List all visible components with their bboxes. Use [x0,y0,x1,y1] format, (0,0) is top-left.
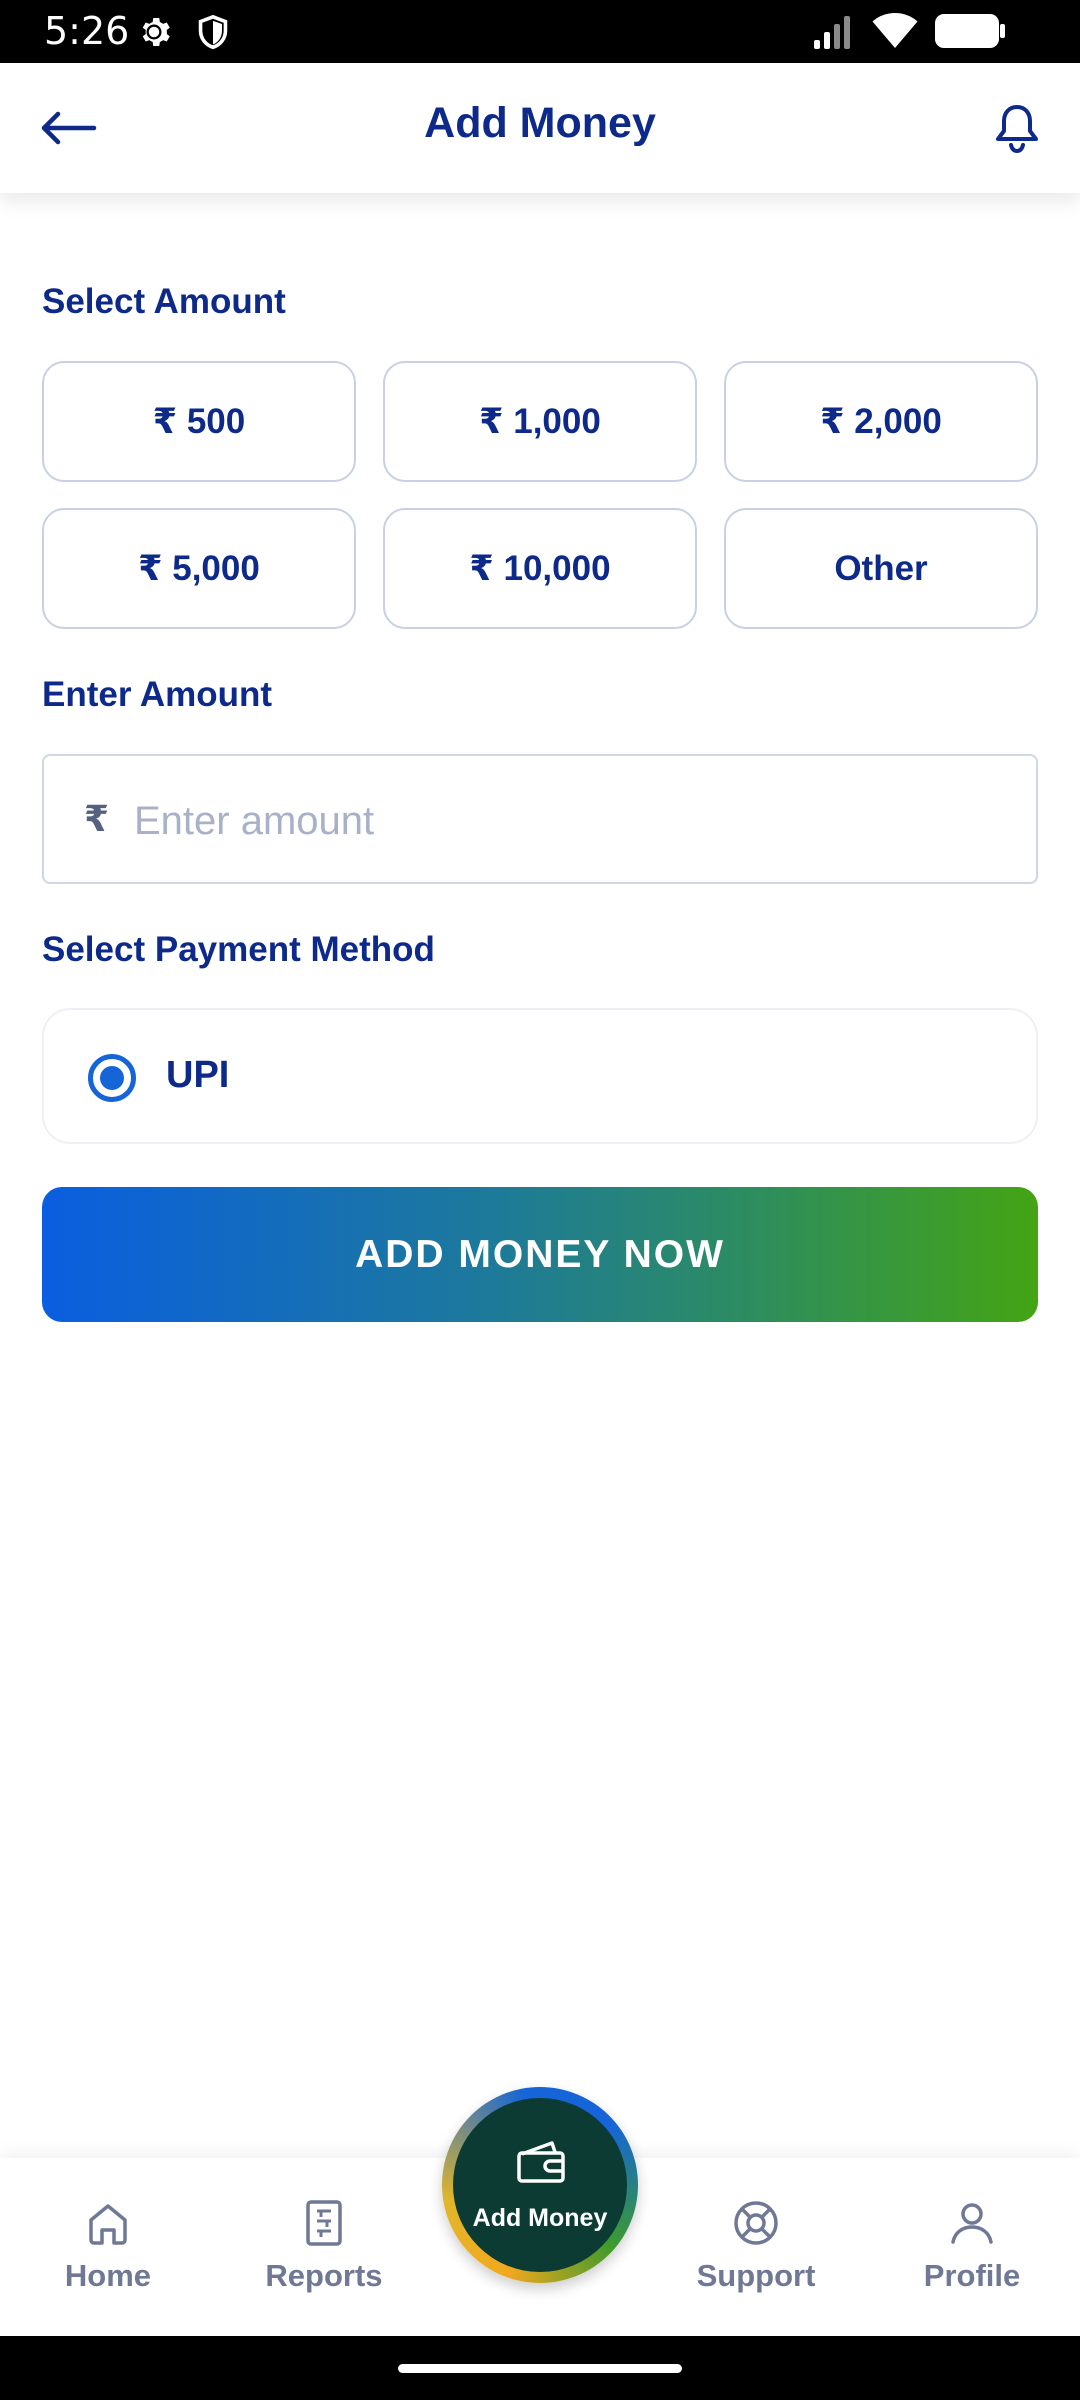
amount-option-2000[interactable]: ₹ 2,000 [724,361,1038,482]
lifebuoy-icon [734,2201,778,2245]
nav-profile-label: Profile [923,2258,1021,2293]
enter-amount-label: Enter Amount [42,675,273,714]
profile-icon [951,2203,993,2244]
fab-inner: Add Money [453,2098,627,2272]
amount-input[interactable] [134,776,1014,866]
amount-option-5000[interactable]: ₹ 5,000 [42,508,356,629]
nav-support[interactable]: Support [671,2198,841,2294]
wallet-icon [517,2141,565,2183]
home-gesture-pill[interactable] [398,2364,682,2373]
shield-icon [198,14,228,50]
amount-option-10000[interactable]: ₹ 10,000 [383,508,697,629]
amount-input-container[interactable]: ₹ [42,754,1038,884]
bell-icon [996,105,1038,154]
nav-home-label: Home [64,2258,152,2293]
nav-support-label: Support [696,2258,816,2293]
select-amount-label: Select Amount [42,282,286,321]
signal-icon [814,16,850,49]
amount-option-1000[interactable]: ₹ 1,000 [383,361,697,482]
status-time: 5:26 [44,9,130,53]
payment-option-upi[interactable]: UPI [42,1008,1038,1144]
settings-gear-icon [142,18,170,46]
battery-icon [935,14,1005,48]
upi-radio-dot [100,1066,124,1090]
add-money-fab[interactable]: Add Money [442,2087,638,2283]
nav-reports[interactable]: Reports [239,2198,409,2294]
reports-icon [306,2200,342,2246]
nav-home[interactable]: Home [23,2198,193,2294]
rupee-prefix: ₹ [84,798,110,839]
add-money-now-button[interactable]: ADD MONEY NOW [42,1187,1038,1322]
status-bar: 5:26 [0,0,1080,63]
upi-radio[interactable] [88,1054,136,1102]
nav-profile[interactable]: Profile [887,2198,1057,2294]
amount-option-500[interactable]: ₹ 500 [42,361,356,482]
home-icon [89,2204,127,2245]
system-nav-bar [0,2336,1080,2400]
amount-option-other[interactable]: Other [724,508,1038,629]
page-title: Add Money [424,99,656,147]
wifi-icon [872,13,918,48]
fab-label: Add Money [472,2204,608,2232]
app-header: Add Money [0,63,1080,193]
upi-label: UPI [166,1054,230,1096]
nav-reports-label: Reports [265,2258,383,2293]
payment-method-label: Select Payment Method [42,930,435,969]
notifications-button[interactable] [992,101,1042,155]
